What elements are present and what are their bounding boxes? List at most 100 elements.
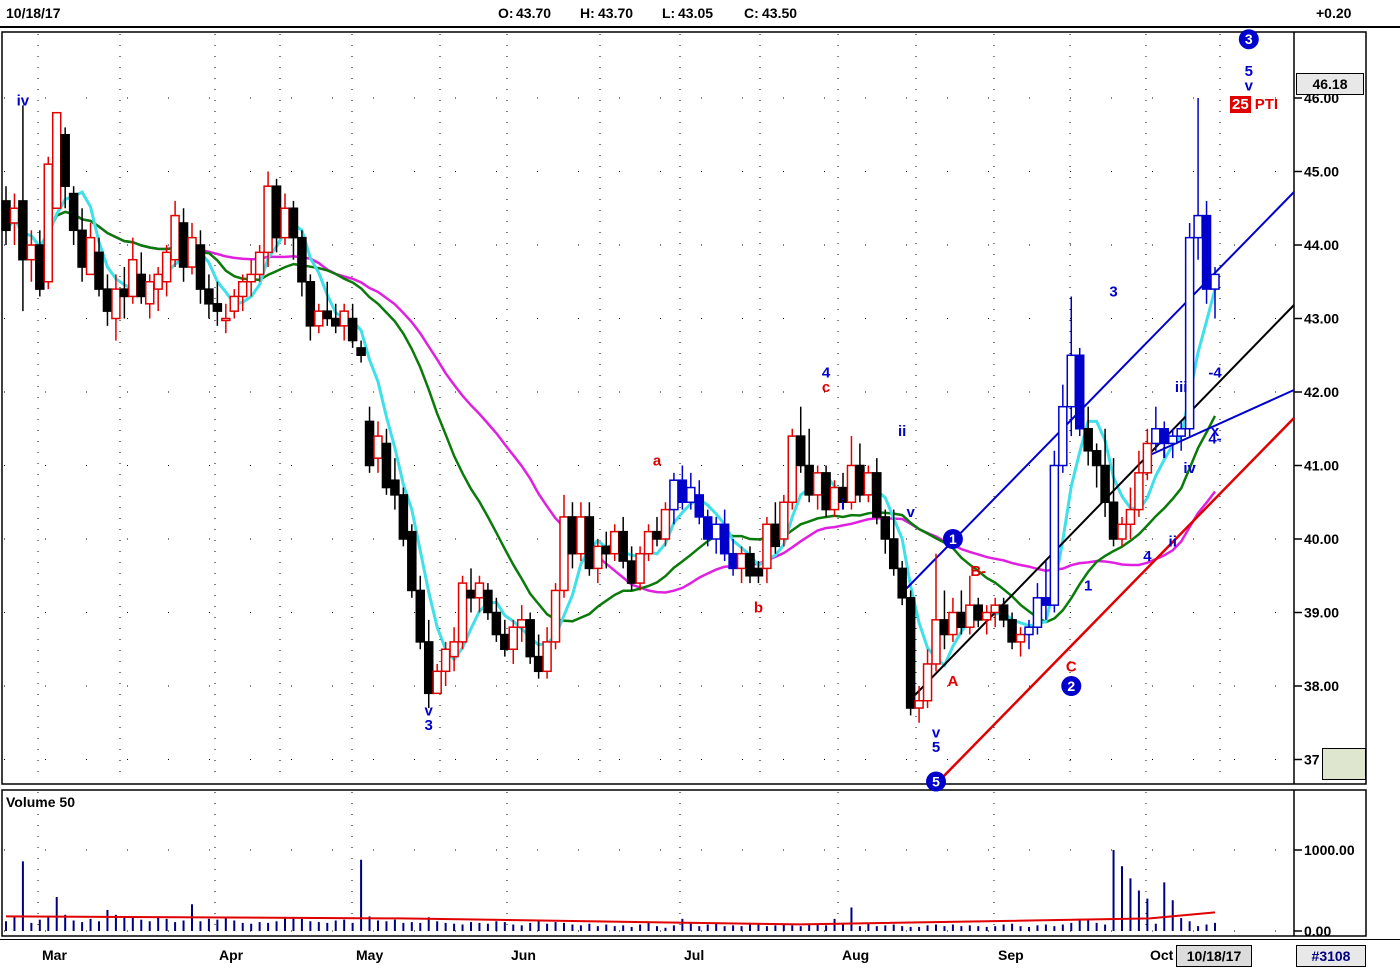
candle-body (43, 163, 54, 283)
chart-thumbnail-button[interactable] (1322, 748, 1366, 780)
candle (677, 465, 688, 510)
candle (500, 619, 510, 657)
candle (1100, 428, 1110, 517)
wave-label: iv (1183, 460, 1196, 477)
wave-label: 4 (1143, 548, 1152, 565)
candle-body (601, 545, 612, 555)
candle (652, 516, 662, 547)
candle-body (457, 582, 468, 643)
candle (694, 480, 705, 525)
candle (990, 597, 1000, 628)
candle (711, 516, 721, 554)
candle-body (829, 486, 840, 511)
candle (1117, 516, 1127, 547)
candle-body (888, 538, 899, 570)
candle-body (584, 516, 595, 570)
candle-body (1167, 435, 1178, 445)
candle-body (618, 530, 628, 562)
candle-body (1100, 464, 1110, 503)
price-tick-label: 38.00 (1304, 678, 1339, 694)
wave-label: iv (17, 92, 30, 109)
candle (68, 186, 79, 245)
candle-body (356, 347, 366, 356)
candle (1142, 428, 1153, 481)
candle (576, 502, 586, 562)
candle-body (948, 611, 958, 636)
candle-body (973, 604, 984, 621)
candle (288, 200, 299, 260)
candle (1032, 583, 1043, 635)
price-tick-label: 37 (1304, 752, 1320, 768)
candle-body (1083, 428, 1093, 452)
candle (559, 494, 569, 598)
candle-body (390, 479, 400, 496)
candle-body (795, 435, 806, 467)
candle (364, 406, 375, 473)
wave-label: C (1066, 658, 1077, 675)
wave-label: a (653, 453, 662, 470)
candle-body (1024, 626, 1034, 636)
candle (178, 208, 189, 282)
wave-label: iii (1175, 379, 1188, 396)
volume-tick-label: 1000.00 (1304, 842, 1355, 858)
candle (829, 480, 840, 517)
candle-body (914, 699, 924, 709)
trendline-blue-lower (1149, 389, 1295, 456)
wave-label: 5 (932, 739, 940, 756)
candle-body (508, 626, 519, 651)
month-label: Mar (42, 947, 67, 963)
wave-circle-label: 2 (1067, 678, 1075, 694)
candle-body (347, 317, 358, 342)
candle-body (576, 516, 586, 555)
candle-body (18, 200, 28, 261)
candle (804, 428, 814, 503)
candle-body (161, 251, 172, 283)
candle (1091, 443, 1102, 488)
candle (880, 509, 891, 554)
candle-body (111, 288, 121, 320)
candle (981, 605, 992, 635)
candle-body (922, 663, 933, 702)
candle (593, 539, 603, 584)
candle (1015, 627, 1026, 657)
candle-body (407, 530, 417, 592)
price-tick-label: 41.00 (1304, 458, 1339, 474)
candle (381, 428, 392, 495)
candle-body (669, 479, 679, 511)
wave-label: i (841, 497, 845, 514)
candle (449, 627, 459, 672)
month-label: Jun (511, 947, 536, 963)
candle-body (1007, 619, 1017, 643)
candle-body (990, 604, 1000, 614)
candle-body (728, 552, 738, 570)
month-label: Jul (684, 947, 705, 963)
candle (965, 575, 975, 635)
candle-body (330, 317, 341, 327)
candle (660, 502, 671, 547)
candle-body (322, 310, 333, 320)
wave-label: ii (1169, 533, 1177, 550)
candle-body (702, 516, 713, 540)
candle-body (770, 523, 781, 548)
candle (51, 111, 62, 209)
trendline-red (939, 417, 1295, 781)
candle (812, 465, 823, 510)
candle (905, 590, 916, 716)
candle (1125, 487, 1136, 539)
candle-body (956, 611, 967, 628)
candle (931, 553, 941, 672)
candle (1058, 384, 1068, 473)
wave-label: B- (970, 563, 986, 580)
candle-body (297, 236, 307, 283)
chart-id-box[interactable]: #3108 (1296, 945, 1366, 967)
candle-body (364, 420, 375, 467)
candle (1049, 450, 1060, 613)
price-volume-chart[interactable]: 46.0045.0044.0043.0042.0041.0040.0039.00… (0, 0, 1400, 940)
candle-body (643, 530, 654, 555)
wave-label: ii (898, 423, 906, 440)
candle-body (246, 273, 256, 283)
candle-body (931, 619, 941, 665)
candle (407, 524, 417, 598)
candle-body (1184, 236, 1195, 430)
candle-body (787, 435, 798, 504)
